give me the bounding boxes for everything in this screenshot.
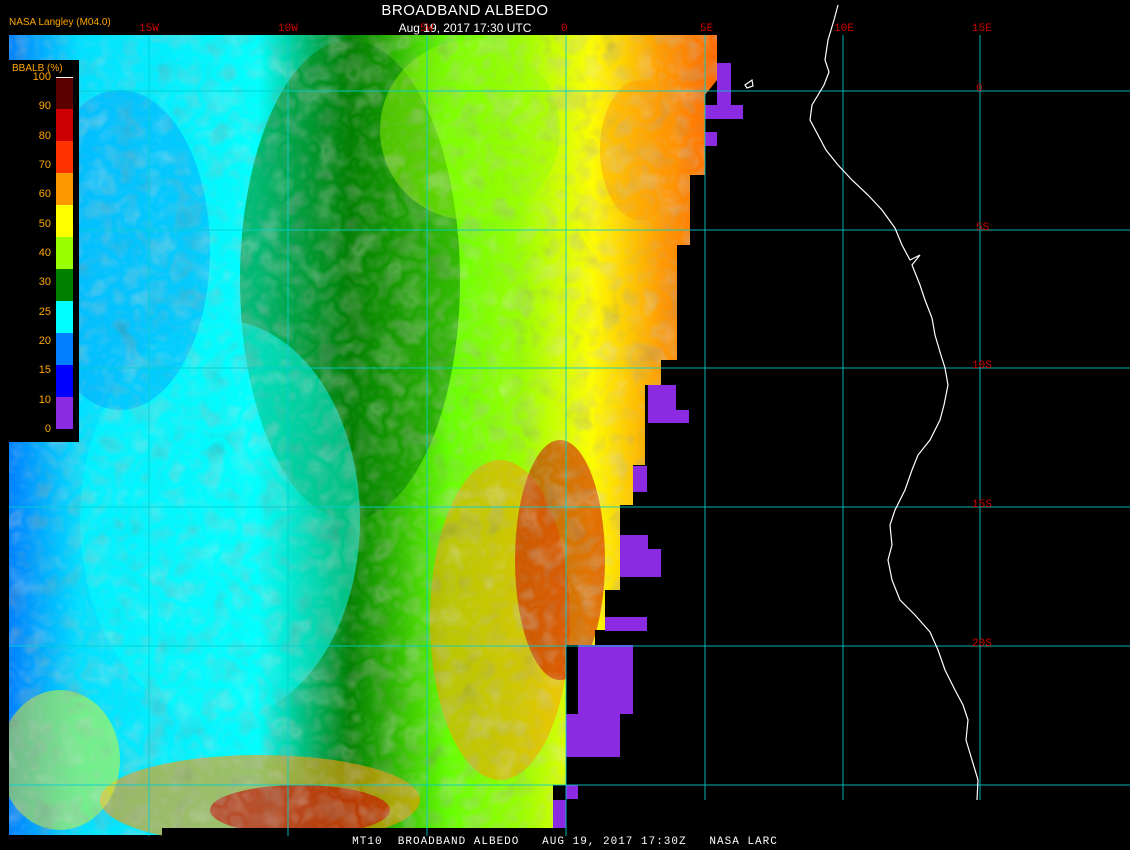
legend-tick-label: 50 [38,217,51,230]
legend-swatch [56,109,73,141]
color-legend: BBALB (%) 100 90 80 70 60 50 40 30 25 20 15 10 0 [9,60,79,442]
lat-label-20s: 20S [972,638,992,650]
legend-tick-label: 20 [38,335,51,347]
lat-label-10s: 10S [972,360,992,372]
legend-tick-label: 40 [38,247,51,259]
lon-label-0: 0 [561,23,568,35]
legend-swatch [56,237,73,269]
legend-swatch [56,205,73,237]
legend-tick-label: 25 [38,305,51,318]
lat-label-15s: 15S [972,499,992,511]
lon-label-10e: 10E [834,23,854,35]
legend-swatch [56,77,73,110]
legend-swatch [56,301,73,333]
legend-swatch [56,141,73,173]
legend-tick-label: 30 [38,276,51,289]
lon-label-5e: 5E [700,23,714,35]
lon-label-5w: 5W [420,23,434,35]
legend-tick-label: 60 [38,188,51,201]
legend-swatch [56,269,73,301]
legend-swatch [56,365,73,397]
legend-tick-label: 10 [38,393,51,406]
legend-swatch [56,397,73,429]
legend-tick-label: 0 [44,423,51,435]
lat-label-0: 0 [976,83,983,95]
legend-swatch [56,173,73,205]
map-title: BROADBAND ALBEDO [381,2,549,19]
lon-label-10w: 10W [278,23,298,35]
lon-label-15w: 15W [139,23,159,35]
legend-tick-label: 90 [38,100,51,113]
lon-label-15e: 15E [972,23,992,35]
footer-caption: MT10 BROADBAND ALBEDO AUG 19, 2017 17:30… [352,836,778,848]
legend-tick-label: 80 [38,129,51,142]
legend-swatch [56,333,73,365]
lat-label-5s: 5S [976,222,990,234]
legend-tick-label: 100 [32,71,51,83]
albedo-map [9,4,1130,836]
coastline [744,4,979,801]
legend-tick-label: 15 [38,364,51,377]
legend-tick-label: 70 [38,159,51,171]
